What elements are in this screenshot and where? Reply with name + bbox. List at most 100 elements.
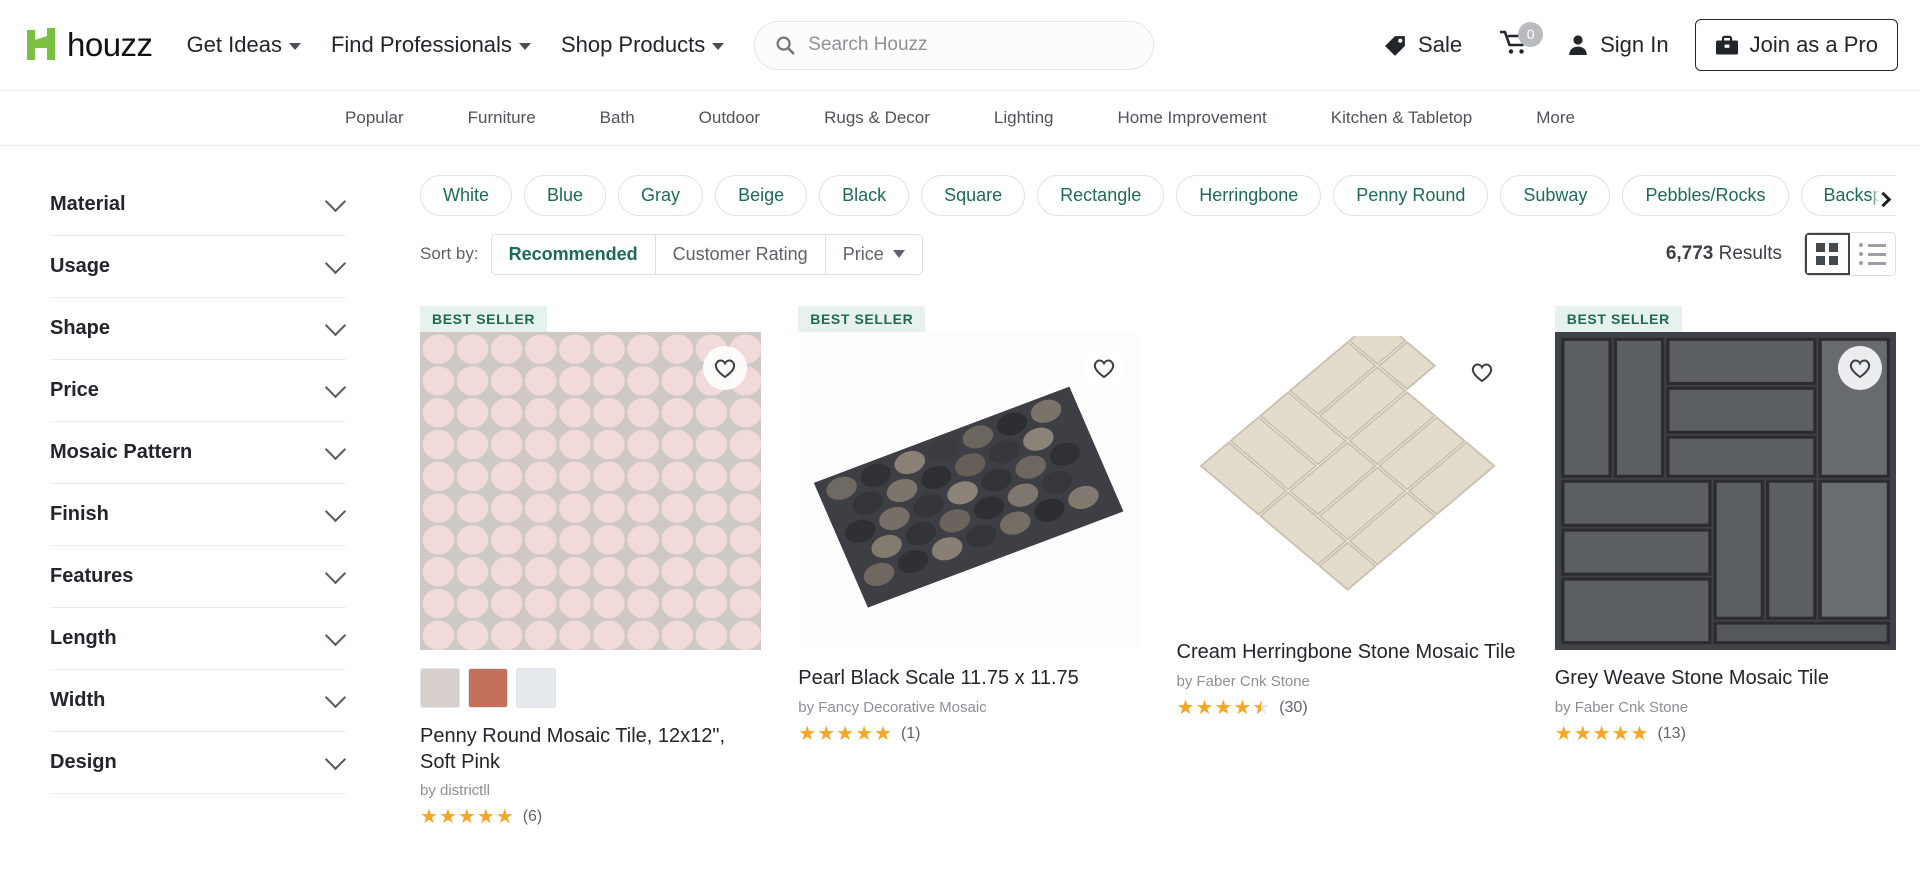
sidebar-filter-usage[interactable]: Usage bbox=[50, 236, 347, 298]
product-rating: ★ ★ ★ ★ ★ (1) bbox=[798, 724, 1139, 744]
sign-in-link[interactable]: Sign In bbox=[1566, 32, 1669, 58]
star-icon: ★ bbox=[1233, 696, 1252, 719]
subnav-item-kitchen-tabletop[interactable]: Kitchen & Tabletop bbox=[1331, 108, 1472, 128]
cart-button[interactable]: 0 bbox=[1499, 21, 1544, 61]
product-brand: by districtll bbox=[420, 782, 491, 800]
product-title[interactable]: Grey Weave Stone Mosaic Tile bbox=[1555, 666, 1896, 692]
list-view-button[interactable] bbox=[1850, 233, 1895, 275]
color-swatch[interactable] bbox=[420, 668, 460, 708]
sort-option-recommended[interactable]: Recommended bbox=[491, 234, 656, 274]
product-card[interactable]: BEST SELLER bbox=[1554, 306, 1896, 827]
sort-bar: Sort by: Recommended Customer Rating Pri… bbox=[420, 232, 1896, 276]
chip-penny-round[interactable]: Penny Round bbox=[1333, 174, 1489, 216]
best-seller-badge: BEST SELLER bbox=[420, 306, 548, 332]
sort-option-price[interactable]: Price bbox=[825, 234, 922, 274]
product-grid: BEST SELLER Penny Round Mosaic Tile, 12x… bbox=[420, 306, 1896, 827]
results-main: White Blue Gray Beige Black Square Recta… bbox=[398, 146, 1920, 868]
save-to-favorites-button[interactable] bbox=[1838, 346, 1882, 390]
sidebar-filter-material[interactable]: Material bbox=[50, 174, 347, 236]
search-input[interactable] bbox=[808, 34, 1134, 56]
save-to-favorites-button[interactable] bbox=[703, 346, 748, 390]
color-swatch[interactable] bbox=[516, 668, 556, 708]
filter-label: Mosaic Pattern bbox=[50, 441, 193, 463]
star-icon: ★ bbox=[798, 722, 817, 745]
product-image[interactable] bbox=[798, 332, 1140, 650]
product-brand: by Fancy Decorative Mosaic bbox=[798, 698, 987, 716]
star-icon: ★ bbox=[1573, 722, 1592, 745]
star-icon: ★ bbox=[476, 806, 495, 829]
subnav-item-lighting[interactable]: Lighting bbox=[994, 108, 1054, 128]
sale-tag-icon bbox=[1385, 35, 1405, 56]
join-as-pro-label: Join as a Pro bbox=[1749, 32, 1878, 57]
chip-rectangle[interactable]: Rectangle bbox=[1037, 174, 1165, 216]
caret-down-icon bbox=[892, 250, 905, 258]
product-image[interactable] bbox=[1554, 332, 1896, 650]
save-to-favorites-button[interactable] bbox=[1081, 346, 1126, 390]
filter-label: Design bbox=[50, 751, 117, 773]
houzz-h-logo-icon bbox=[27, 28, 55, 60]
product-title[interactable]: Penny Round Mosaic Tile, 12x12", Soft Pi… bbox=[420, 724, 761, 775]
chip-white[interactable]: White bbox=[420, 174, 513, 216]
grid-view-button[interactable] bbox=[1805, 233, 1850, 275]
product-title[interactable]: Pearl Black Scale 11.75 x 11.75 bbox=[798, 666, 1139, 692]
chevron-down-icon bbox=[324, 624, 347, 647]
sidebar-filter-width[interactable]: Width bbox=[50, 670, 347, 732]
subnav-item-rugs-decor[interactable]: Rugs & Decor bbox=[824, 108, 930, 128]
sort-option-customer-rating[interactable]: Customer Rating bbox=[655, 234, 826, 274]
subnav-item-bath[interactable]: Bath bbox=[600, 108, 635, 128]
nav-find-professionals[interactable]: Find Professionals bbox=[331, 32, 531, 58]
sale-link[interactable]: Sale bbox=[1383, 32, 1462, 58]
subnav-item-popular[interactable]: Popular bbox=[345, 108, 404, 128]
star-icon: ★ bbox=[1611, 722, 1630, 745]
save-to-favorites-button[interactable] bbox=[1459, 350, 1504, 394]
chip-blue[interactable]: Blue bbox=[524, 174, 607, 216]
sidebar-filter-features[interactable]: Features bbox=[50, 546, 347, 608]
chevron-down-icon bbox=[324, 376, 347, 399]
chip-square[interactable]: Square bbox=[921, 174, 1026, 216]
chip-pebbles-rocks[interactable]: Pebbles/Rocks bbox=[1622, 174, 1789, 216]
subnav-item-home-improvement[interactable]: Home Improvement bbox=[1117, 108, 1266, 128]
chip-beige[interactable]: Beige bbox=[715, 174, 808, 216]
chips-scroll-next-button[interactable] bbox=[1870, 184, 1896, 214]
chip-black[interactable]: Black bbox=[819, 174, 910, 216]
sidebar-filter-design[interactable]: Design bbox=[50, 732, 347, 794]
chevron-down-icon bbox=[324, 748, 347, 771]
product-image[interactable] bbox=[420, 332, 762, 650]
chip-subway[interactable]: Subway bbox=[1500, 174, 1611, 216]
user-person-icon bbox=[1569, 35, 1587, 55]
results-count-suffix: Results bbox=[1713, 243, 1782, 264]
chip-gray[interactable]: Gray bbox=[618, 174, 704, 216]
filter-label: Price bbox=[50, 379, 99, 401]
cart-count-badge: 0 bbox=[1518, 21, 1544, 47]
color-swatch[interactable] bbox=[468, 668, 508, 708]
houzz-logo[interactable]: houzz bbox=[24, 26, 153, 64]
nav-get-ideas[interactable]: Get Ideas bbox=[187, 32, 301, 58]
results-count: 6,773 Results bbox=[1666, 243, 1782, 265]
star-rating-icons: ★ ★ ★ ★ ★ bbox=[798, 724, 892, 744]
product-rating: ★ ★ ★ ★ ★ (6) bbox=[420, 807, 761, 827]
sidebar-filter-finish[interactable]: Finish bbox=[50, 484, 347, 546]
product-title[interactable]: Cream Herringbone Stone Mosaic Tile bbox=[1177, 640, 1518, 666]
sidebar-filter-shape[interactable]: Shape bbox=[50, 298, 347, 360]
sidebar-filter-length[interactable]: Length bbox=[50, 608, 347, 670]
sort-by-label: Sort by: bbox=[420, 244, 479, 263]
site-header: houzz Get Ideas Find Professionals Shop … bbox=[0, 0, 1920, 91]
product-card[interactable]: BEST SELLER bbox=[798, 306, 1140, 827]
search-icon bbox=[776, 36, 795, 55]
product-card[interactable]: Cream Herringbone Stone Mosaic Tile by F… bbox=[1176, 306, 1518, 827]
filter-sidebar: Material Usage Shape Price Mosaic Patter… bbox=[0, 146, 398, 868]
star-icon: ★ bbox=[855, 722, 873, 745]
search-box[interactable] bbox=[754, 20, 1155, 70]
product-image[interactable] bbox=[1176, 336, 1518, 624]
sidebar-filter-price[interactable]: Price bbox=[50, 360, 347, 422]
sidebar-filter-mosaic-pattern[interactable]: Mosaic Pattern bbox=[50, 422, 347, 484]
subnav-item-more[interactable]: More bbox=[1536, 108, 1575, 128]
subnav-item-outdoor[interactable]: Outdoor bbox=[699, 108, 760, 128]
subnav-item-furniture[interactable]: Furniture bbox=[468, 108, 536, 128]
product-card[interactable]: BEST SELLER bbox=[420, 306, 762, 827]
nav-shop-products[interactable]: Shop Products bbox=[561, 32, 725, 58]
chip-herringbone[interactable]: Herringbone bbox=[1176, 174, 1322, 216]
join-as-pro-button[interactable]: Join as a Pro bbox=[1694, 19, 1898, 71]
product-brand: by Faber Cnk Stone bbox=[1554, 698, 1689, 716]
chevron-down-icon bbox=[324, 438, 347, 461]
